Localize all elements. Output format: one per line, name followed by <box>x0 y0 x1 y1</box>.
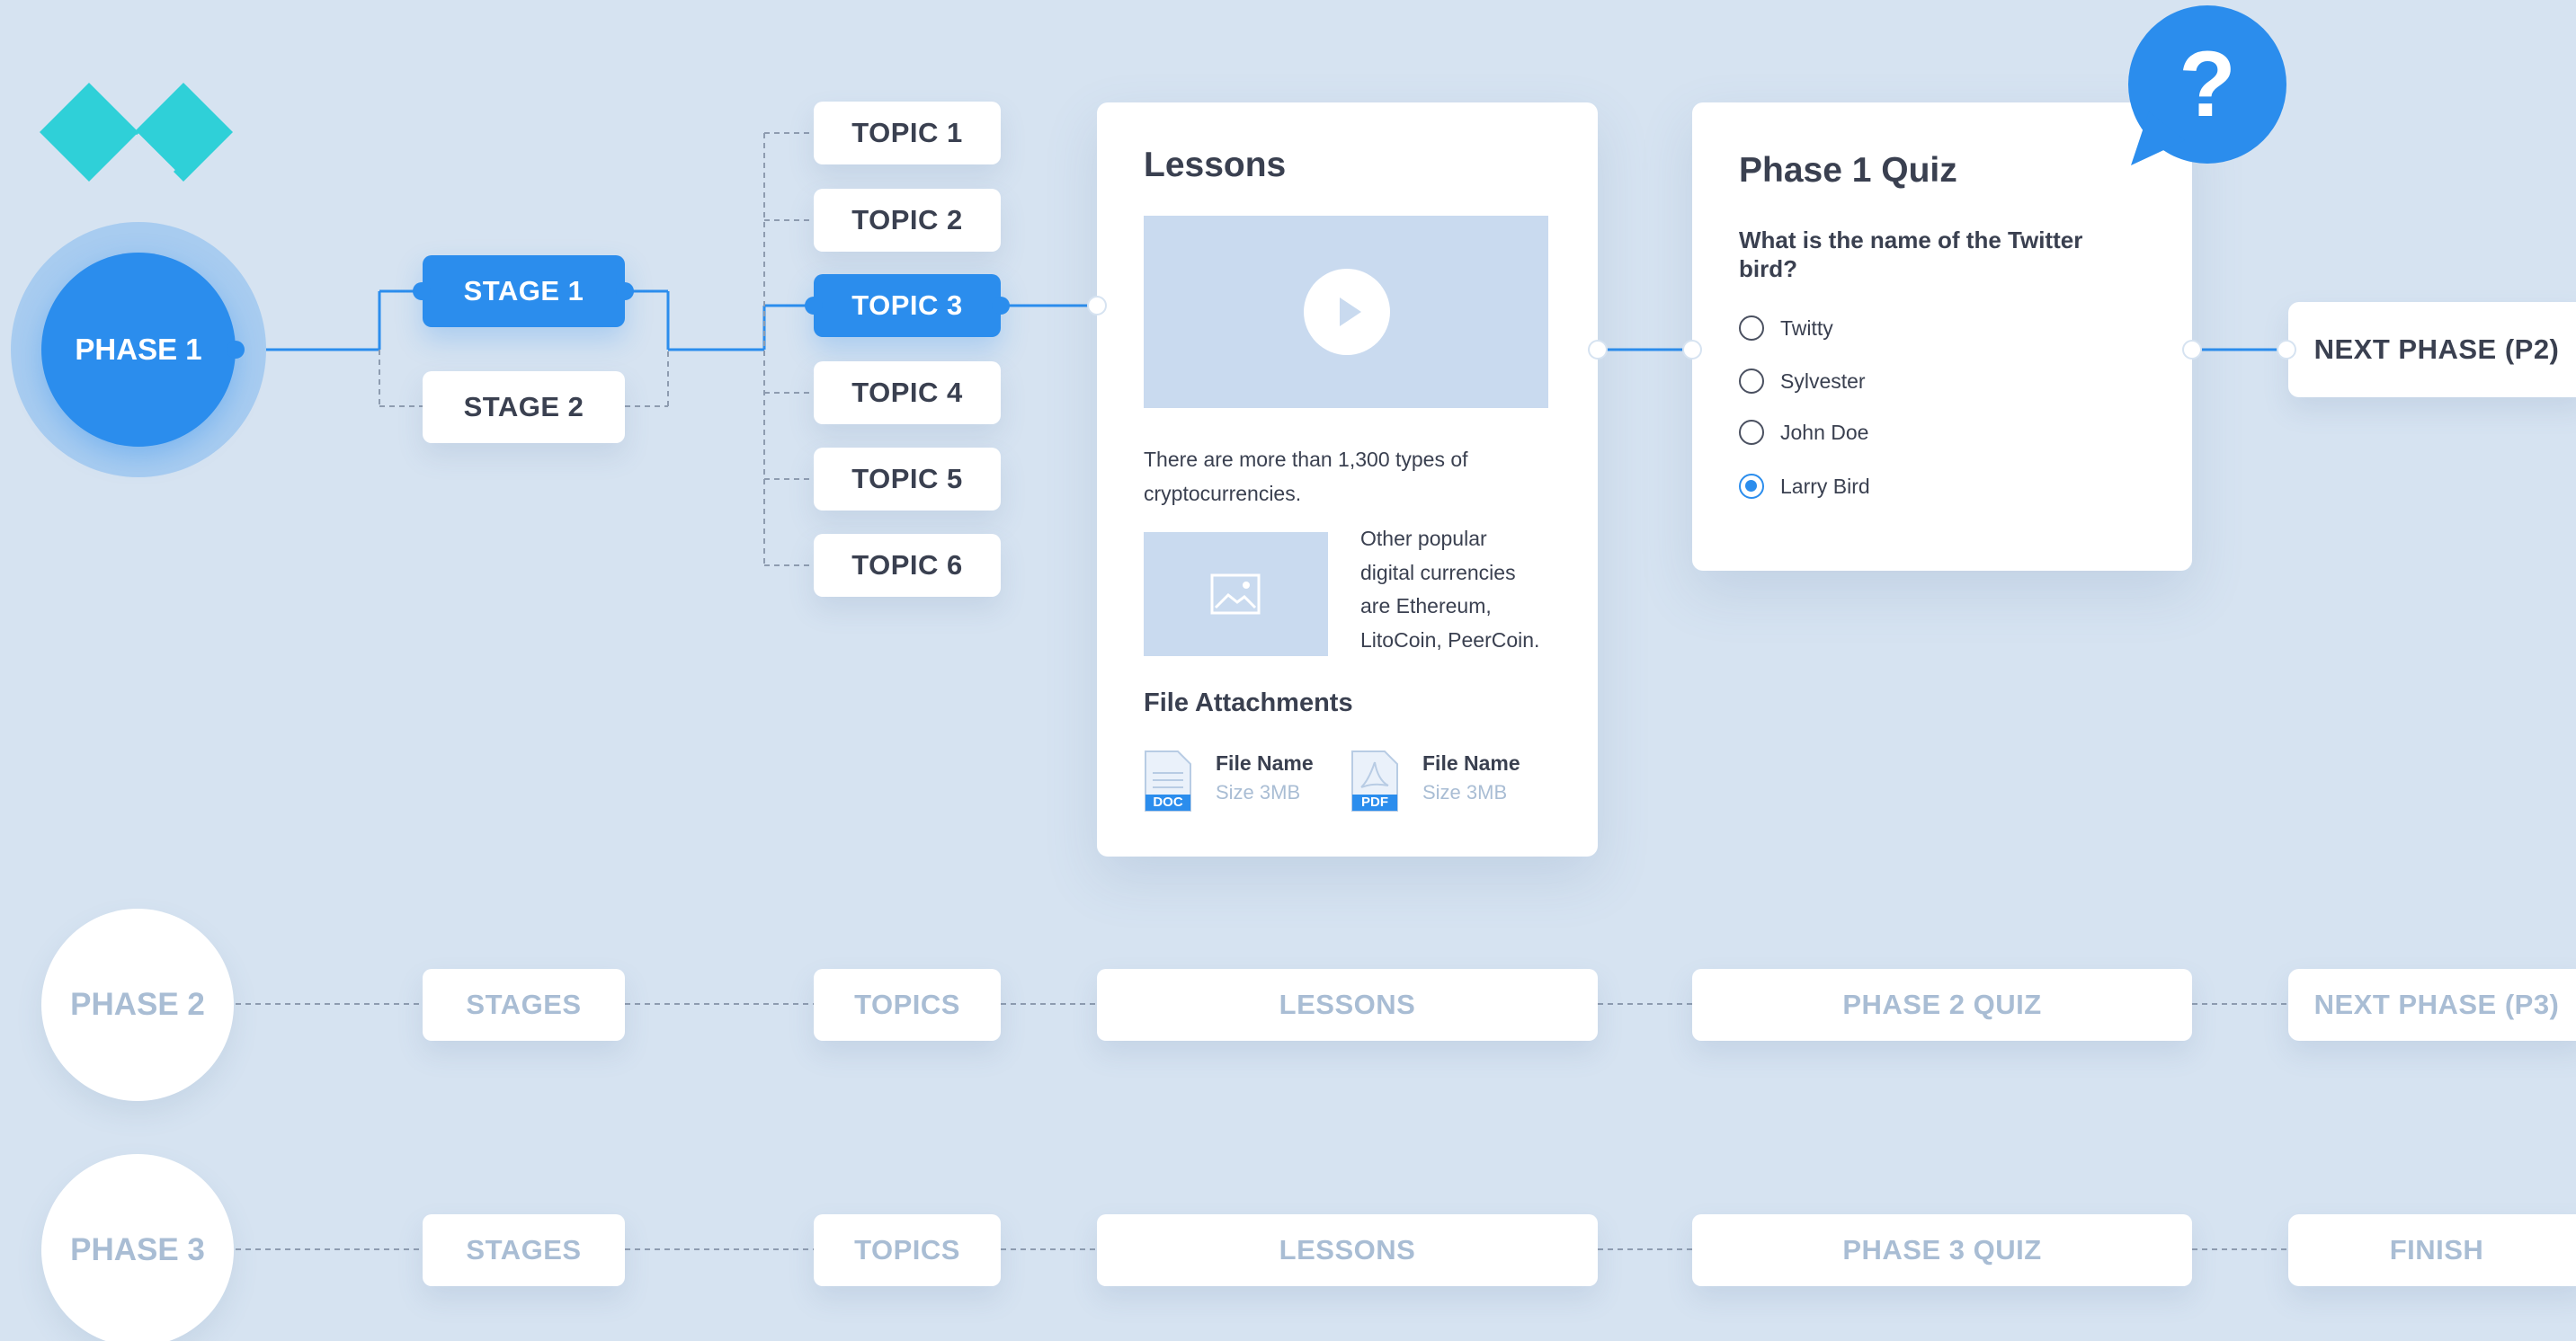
image-icon <box>1210 573 1261 615</box>
logo-icon <box>40 83 233 182</box>
stage2-button[interactable]: STAGE 2 <box>423 371 625 443</box>
option-john-doe-radio[interactable] <box>1739 420 1764 445</box>
quiz-question-line2: bird? <box>1739 255 1797 282</box>
quiz-title: Phase 1 Quiz <box>1739 151 1957 190</box>
side-text-line3: are Ethereum, <box>1360 594 1492 617</box>
phase3-node[interactable]: PHASE 3 <box>41 1154 234 1341</box>
phase2-quiz-button[interactable]: PHASE 2 QUIZ <box>1692 969 2192 1041</box>
connector-dot <box>2184 342 2200 358</box>
image-placeholder <box>1144 532 1328 656</box>
phase2-quiz-label: PHASE 2 QUIZ <box>1842 989 2042 1020</box>
phase3-topics-label: TOPICS <box>854 1234 960 1266</box>
topic6-label: TOPIC 6 <box>851 549 963 581</box>
course-flow-diagram: PHASE 1 STAGE 1 STAGE 2 TOPIC 1 TOPIC 2 … <box>0 0 2576 1341</box>
finish-label: FINISH <box>2389 1234 2484 1266</box>
topic3-button[interactable]: TOPIC 3 <box>814 274 1001 337</box>
attachments-title: File Attachments <box>1144 688 1353 717</box>
doc-type-label: DOC <box>1153 795 1183 810</box>
phase2-topics-button[interactable]: TOPICS <box>814 969 1001 1041</box>
side-text-line4: LitoCoin, PeerCoin. <box>1360 628 1540 652</box>
next-phase-p3-button[interactable]: NEXT PHASE (P3) <box>2288 969 2576 1041</box>
connector-dot <box>413 282 431 300</box>
lessons-paragraph-line2: cryptocurrencies. <box>1144 482 1302 505</box>
pdf-file-name[interactable]: File Name <box>1422 751 1520 776</box>
phase2-node[interactable]: PHASE 2 <box>41 909 234 1101</box>
phase3-lessons-label: LESSONS <box>1279 1234 1416 1266</box>
stage1-button[interactable]: STAGE 1 <box>423 255 625 327</box>
topic1-button[interactable]: TOPIC 1 <box>814 102 1001 164</box>
connector-dot <box>1684 342 1700 358</box>
question-mark: ? <box>2179 32 2236 137</box>
lessons-title: Lessons <box>1144 146 1287 184</box>
phase2-stages-label: STAGES <box>466 989 582 1020</box>
topic5-button[interactable]: TOPIC 5 <box>814 448 1001 511</box>
stage2-label: STAGE 2 <box>463 391 584 422</box>
topic6-button[interactable]: TOPIC 6 <box>814 534 1001 597</box>
connector-dot <box>2278 342 2295 358</box>
connector-dot <box>616 282 634 300</box>
side-text-line2: digital currencies <box>1360 561 1516 584</box>
next-phase-p3-label: NEXT PHASE (P3) <box>2313 989 2560 1020</box>
connector-dot <box>1590 342 1606 358</box>
doc-file-icon[interactable]: DOC <box>1144 750 1194 813</box>
next-phase-p2-label: NEXT PHASE (P2) <box>2313 333 2560 365</box>
connector-dot <box>1089 298 1105 314</box>
stage1-label: STAGE 1 <box>463 275 584 306</box>
phase3-label: PHASE 3 <box>70 1232 205 1267</box>
video-player[interactable] <box>1144 216 1548 408</box>
option-twitty-label[interactable]: Twitty <box>1780 316 1833 341</box>
topic1-label: TOPIC 1 <box>851 117 963 148</box>
phase3-quiz-button[interactable]: PHASE 3 QUIZ <box>1692 1214 2192 1286</box>
phase2-label: PHASE 2 <box>70 987 205 1022</box>
option-john-doe-label[interactable]: John Doe <box>1780 421 1868 445</box>
topic3-label: TOPIC 3 <box>851 289 963 321</box>
side-text-line1: Other popular <box>1360 527 1487 550</box>
topic2-button[interactable]: TOPIC 2 <box>814 189 1001 252</box>
topic4-button[interactable]: TOPIC 4 <box>814 361 1001 424</box>
option-larry-bird-label[interactable]: Larry Bird <box>1780 475 1870 499</box>
phase3-stages-button[interactable]: STAGES <box>423 1214 625 1286</box>
phase3-lessons-button[interactable]: LESSONS <box>1097 1214 1598 1286</box>
phase3-quiz-label: PHASE 3 QUIZ <box>1842 1234 2042 1266</box>
phase2-stages-button[interactable]: STAGES <box>423 969 625 1041</box>
quiz-question-line1: What is the name of the Twitter <box>1739 226 2083 253</box>
topic5-label: TOPIC 5 <box>851 463 963 494</box>
quiz-card: Phase 1 Quiz What is the name of the Twi… <box>1692 102 2192 571</box>
option-sylvester-radio[interactable] <box>1739 369 1764 394</box>
phase3-stages-label: STAGES <box>466 1234 582 1266</box>
connector-dot <box>992 297 1010 315</box>
lessons-paragraph-line1: There are more than 1,300 types of <box>1144 448 1468 471</box>
connector-dot <box>227 341 245 359</box>
phase2-lessons-button[interactable]: LESSONS <box>1097 969 1598 1041</box>
option-larry-bird-radio[interactable] <box>1739 474 1764 499</box>
doc-file-size: Size 3MB <box>1216 781 1301 804</box>
phase1-label: PHASE 1 <box>75 333 202 366</box>
phase3-topics-button[interactable]: TOPICS <box>814 1214 1001 1286</box>
option-twitty-radio[interactable] <box>1739 315 1764 341</box>
topic2-label: TOPIC 2 <box>851 204 963 235</box>
lessons-card: Lessons There are more than 1,300 types … <box>1097 102 1598 857</box>
next-phase-p2-button[interactable]: NEXT PHASE (P2) <box>2288 302 2576 397</box>
play-icon[interactable] <box>1304 269 1390 355</box>
pdf-file-size: Size 3MB <box>1422 781 1508 804</box>
phase1-node[interactable]: PHASE 1 <box>41 253 236 447</box>
topic4-label: TOPIC 4 <box>851 377 963 408</box>
phase2-topics-label: TOPICS <box>854 989 960 1020</box>
option-sylvester-label[interactable]: Sylvester <box>1780 369 1866 394</box>
phase2-lessons-label: LESSONS <box>1279 989 1416 1020</box>
connector-dot <box>805 297 823 315</box>
doc-file-name[interactable]: File Name <box>1216 751 1314 776</box>
pdf-type-label: PDF <box>1361 795 1388 810</box>
pdf-file-icon[interactable]: PDF <box>1350 750 1401 813</box>
finish-button[interactable]: FINISH <box>2288 1214 2576 1286</box>
